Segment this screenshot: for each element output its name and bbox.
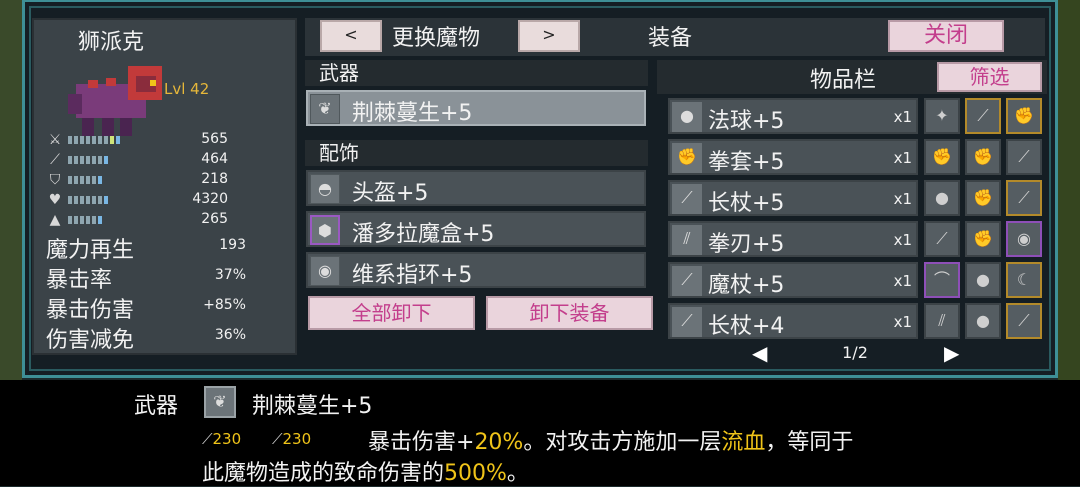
- claw-icon: ⫽: [938, 311, 946, 330]
- gauntlet-icon: ✊: [932, 147, 952, 166]
- blade-icon: ⟋: [1018, 311, 1030, 330]
- equipment-title: 装备: [648, 26, 693, 51]
- pandora-box-icon: ⬢: [310, 215, 340, 245]
- inventory-pager: ◀ 1/2 ▶: [752, 340, 960, 366]
- grid-slot[interactable]: ⫽: [924, 303, 960, 339]
- inventory-item[interactable]: ⟋ 长杖+5 x1: [668, 180, 918, 216]
- helmet-icon: ◓: [310, 174, 340, 204]
- inventory-item[interactable]: ⟋ 魔杖+5 x1: [668, 262, 918, 298]
- change-pet-label: 更换魔物: [392, 26, 481, 51]
- accessory-slot-box[interactable]: ⬢ 潘多拉魔盒+5: [306, 211, 646, 247]
- staff-icon: ⟋: [672, 307, 702, 337]
- next-page-button[interactable]: ▶: [944, 340, 960, 366]
- grid-slot[interactable]: ✊: [965, 221, 1001, 257]
- weapon-slot[interactable]: ❦ 荆棘蔓生+5: [306, 90, 646, 126]
- unequip-all-button[interactable]: 全部卸下: [308, 296, 475, 330]
- grid-slot[interactable]: ◉: [1006, 221, 1042, 257]
- stat-mana-regen: 魔力再生 193: [46, 237, 246, 263]
- speed-icon: ▲: [49, 212, 61, 228]
- inventory-item[interactable]: ⫽ 拳刃+5 x1: [668, 221, 918, 257]
- claw-icon: ⫽: [672, 225, 702, 255]
- orb-icon: ●: [935, 188, 949, 207]
- gauntlet-icon: ✊: [973, 229, 993, 248]
- stat-damage-reduction: 伤害减免 36%: [46, 327, 246, 353]
- grid-slot[interactable]: ⟋: [1006, 303, 1042, 339]
- description-line-1: 暴击伤害+20%。对攻击方施加一层流血，等同于: [368, 430, 854, 455]
- close-button[interactable]: 关闭: [888, 20, 1004, 52]
- ring-icon: ◉: [310, 256, 340, 286]
- grid-slot[interactable]: ●: [965, 262, 1001, 298]
- accessory-slot-ring[interactable]: ◉ 维系指环+5: [306, 252, 646, 288]
- staff-icon: ⟋: [936, 229, 948, 248]
- heart-icon: ♥: [48, 192, 62, 208]
- stat-defense: ⛉ 218: [46, 170, 291, 190]
- stat-health: ♥ 4320: [46, 190, 291, 210]
- fist-icon: ✊: [973, 147, 993, 166]
- stat-crit-rate: 暴击率 37%: [46, 267, 246, 293]
- next-pet-button[interactable]: >: [518, 20, 580, 52]
- whip-icon: ⌒: [933, 270, 950, 289]
- inventory-title: 物品栏: [810, 68, 877, 93]
- accessory-section-title: 配饰: [305, 140, 648, 166]
- filter-button[interactable]: 筛选: [937, 62, 1042, 92]
- gauntlet-icon: ✊: [1014, 106, 1034, 125]
- stat-speed: ▲ 265: [46, 210, 291, 230]
- description-item-name: 荆棘蔓生+5: [252, 394, 373, 419]
- wand-icon: ⟋: [672, 266, 702, 296]
- description-slot: 武器: [134, 394, 179, 419]
- orb-icon: ●: [672, 102, 702, 132]
- grid-slot[interactable]: ⟋: [1006, 180, 1042, 216]
- staff-icon: ⟋: [672, 184, 702, 214]
- pet-level: Lvl 42: [164, 80, 210, 98]
- pet-name: 狮派克: [78, 30, 145, 55]
- staff-icon: ⟋: [272, 430, 283, 448]
- grid-slot[interactable]: ●: [965, 303, 1001, 339]
- description-stat-1: ⟋230: [202, 430, 242, 448]
- grid-slot[interactable]: ⟋: [924, 221, 960, 257]
- inventory-item[interactable]: ⟋ 长杖+4 x1: [668, 303, 918, 339]
- sword-icon: ⟋: [1018, 188, 1030, 207]
- page-indicator: 1/2: [842, 343, 868, 362]
- prev-pet-button[interactable]: <: [320, 20, 382, 52]
- gauntlet-icon: ✊: [672, 143, 702, 173]
- weapon-section-title: 武器: [305, 60, 648, 86]
- prev-page-button[interactable]: ◀: [752, 340, 768, 366]
- grid-slot[interactable]: ✊: [965, 180, 1001, 216]
- gauntlet-icon: ✊: [973, 188, 993, 207]
- grid-slot[interactable]: ⟋: [1006, 139, 1042, 175]
- sword-icon: ⟋: [202, 430, 213, 448]
- stat-magic: ⟋ 464: [46, 150, 291, 170]
- eye-icon: ◉: [1017, 229, 1031, 248]
- shield-icon: ⛉: [49, 172, 61, 188]
- description-stat-2: ⟋230: [272, 430, 312, 448]
- thorn-weapon-icon: ❦: [204, 386, 236, 418]
- description-line-2: 此魔物造成的致命伤害的500%。: [202, 461, 529, 486]
- unequip-button[interactable]: 卸下装备: [486, 296, 653, 330]
- orb-icon: ●: [976, 270, 990, 289]
- grid-slot[interactable]: ☾: [1006, 262, 1042, 298]
- grid-slot[interactable]: ●: [924, 180, 960, 216]
- thorn-weapon-icon: ❦: [310, 94, 340, 124]
- inventory-item[interactable]: ● 法球+5 x1: [668, 98, 918, 134]
- star-icon: ✦: [935, 106, 949, 125]
- staff-icon: ⟋: [50, 152, 60, 168]
- grid-slot[interactable]: ✦: [924, 98, 960, 134]
- stat-crit-damage: 暴击伤害 +85%: [46, 297, 246, 323]
- stat-attack: ⚔ 565: [46, 130, 291, 150]
- grid-slot[interactable]: ✊: [965, 139, 1001, 175]
- grid-slot[interactable]: ✊: [1006, 98, 1042, 134]
- inventory-item[interactable]: ✊ 拳套+5 x1: [668, 139, 918, 175]
- sword-icon: ⚔: [48, 132, 62, 148]
- orb-icon: ●: [976, 311, 990, 330]
- staff-icon: ⟋: [977, 106, 989, 125]
- accessory-slot-helmet[interactable]: ◓ 头盔+5: [306, 170, 646, 206]
- sickle-icon: ☾: [1016, 270, 1032, 289]
- grid-slot[interactable]: ⌒: [924, 262, 960, 298]
- grid-slot[interactable]: ✊: [924, 139, 960, 175]
- pet-stats-panel: 狮派克 Lvl 42 ⚔ 565 ⟋ 464 ⛉ 218 ♥ 4320 ▲ 26…: [32, 18, 297, 355]
- grid-slot[interactable]: ⟋: [965, 98, 1001, 134]
- staff-icon: ⟋: [1018, 147, 1030, 166]
